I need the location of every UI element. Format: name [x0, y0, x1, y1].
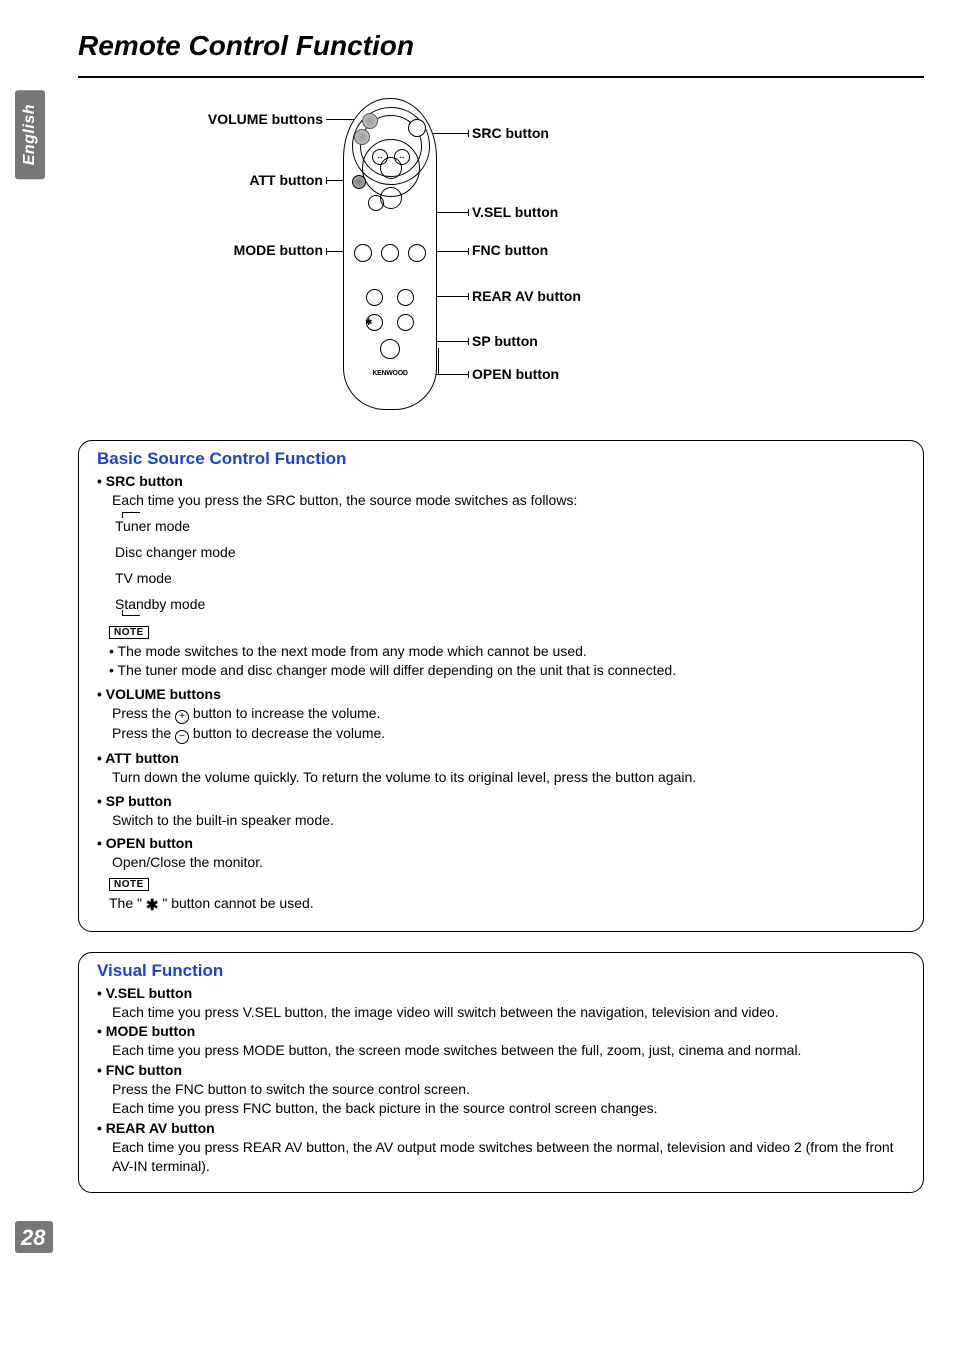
src-body: Each time you press the SRC button, the … — [112, 491, 905, 510]
lower-button-icon — [368, 195, 384, 211]
label-rearav: REAR AV button — [472, 288, 581, 304]
src-button-icon — [408, 119, 426, 137]
open-body: Open/Close the monitor. — [112, 853, 905, 872]
label-att: ATT button — [78, 172, 323, 188]
label-vsel: V.SEL button — [472, 204, 558, 220]
fnc-body2: Each time you press FNC button, the back… — [112, 1099, 905, 1118]
note-badge-1: NOTE — [109, 626, 149, 639]
section2-title: Visual Function — [97, 961, 905, 981]
att-head: • ATT button — [97, 750, 179, 766]
section1-title: Basic Source Control Function — [97, 449, 905, 469]
rearav-head: • REAR AV button — [97, 1120, 215, 1136]
label-sp: SP button — [472, 333, 538, 349]
basic-source-section: Basic Source Control Function • SRC butt… — [78, 440, 924, 932]
mode-tuner: Tuner mode — [115, 518, 905, 534]
volume-up-button-icon — [362, 113, 378, 129]
label-open: OPEN button — [472, 366, 559, 382]
mode-standby: Standby mode — [115, 596, 905, 612]
sp-row — [344, 314, 436, 331]
label-volume: VOLUME buttons — [78, 111, 323, 127]
mode-fnc-row — [344, 244, 436, 262]
mode-button-icon — [354, 244, 372, 262]
volume-line1: Press the + button to increase the volum… — [112, 704, 905, 724]
mid-button-icon — [381, 244, 399, 262]
note-badge-2: NOTE — [109, 878, 149, 891]
mode-head: • MODE button — [97, 1023, 195, 1039]
rearav-row — [344, 289, 436, 306]
star-icon: ✱ — [146, 896, 159, 916]
volume-head: • VOLUME buttons — [97, 686, 221, 702]
nav-center-icon — [380, 157, 402, 179]
volume-down-button-icon — [354, 129, 370, 145]
page-title: Remote Control Function — [78, 30, 924, 70]
title-rule — [78, 76, 924, 78]
note1-b: • The tuner mode and disc changer mode w… — [109, 661, 905, 680]
brand-label: KENWOOD — [344, 370, 436, 377]
remote-body: ↔ ↔ ✱ KENWOOD — [343, 98, 437, 410]
att-button-icon — [352, 175, 366, 189]
fnc-body1: Press the FNC button to switch the sourc… — [112, 1080, 905, 1099]
volume-line2: Press the − button to decrease the volum… — [112, 724, 905, 744]
label-mode: MODE button — [78, 242, 323, 258]
src-head: • SRC button — [97, 473, 183, 489]
sp-body: Switch to the built-in speaker mode. — [112, 811, 905, 830]
row4-left-icon — [366, 289, 383, 306]
vsel-head: • V.SEL button — [97, 985, 192, 1001]
visual-function-section: Visual Function • V.SEL button Each time… — [78, 952, 924, 1193]
label-fnc: FNC button — [472, 242, 548, 258]
att-body: Turn down the volume quickly. To return … — [112, 768, 905, 787]
mode-sequence: Tuner mode Disc changer mode TV mode Sta… — [97, 518, 905, 612]
minus-icon: − — [175, 730, 189, 744]
sp-button-icon — [397, 314, 414, 331]
mode-tv: TV mode — [115, 570, 905, 586]
mode-body: Each time you press MODE button, the scr… — [112, 1041, 905, 1060]
rearav-button-icon — [397, 289, 414, 306]
open-head: • OPEN button — [97, 835, 193, 851]
fnc-button-icon — [408, 244, 426, 262]
remote-diagram: VOLUME buttons ATT button MODE button SR… — [78, 98, 924, 428]
vsel-body: Each time you press V.SEL button, the im… — [112, 1003, 905, 1022]
page-number: 28 — [15, 1221, 53, 1253]
asterisk-icon: ✱ — [365, 317, 373, 328]
note2: The " ✱ " button cannot be used. — [109, 894, 905, 916]
fnc-head: • FNC button — [97, 1062, 182, 1078]
open-button-icon — [380, 339, 400, 359]
rearav-body: Each time you press REAR AV button, the … — [112, 1138, 905, 1176]
sp-head: • SP button — [97, 793, 172, 809]
mode-disc: Disc changer mode — [115, 544, 905, 560]
plus-icon: + — [175, 710, 189, 724]
note1-a: • The mode switches to the next mode fro… — [109, 642, 905, 661]
label-src: SRC button — [472, 125, 549, 141]
language-tab: English — [15, 90, 45, 179]
